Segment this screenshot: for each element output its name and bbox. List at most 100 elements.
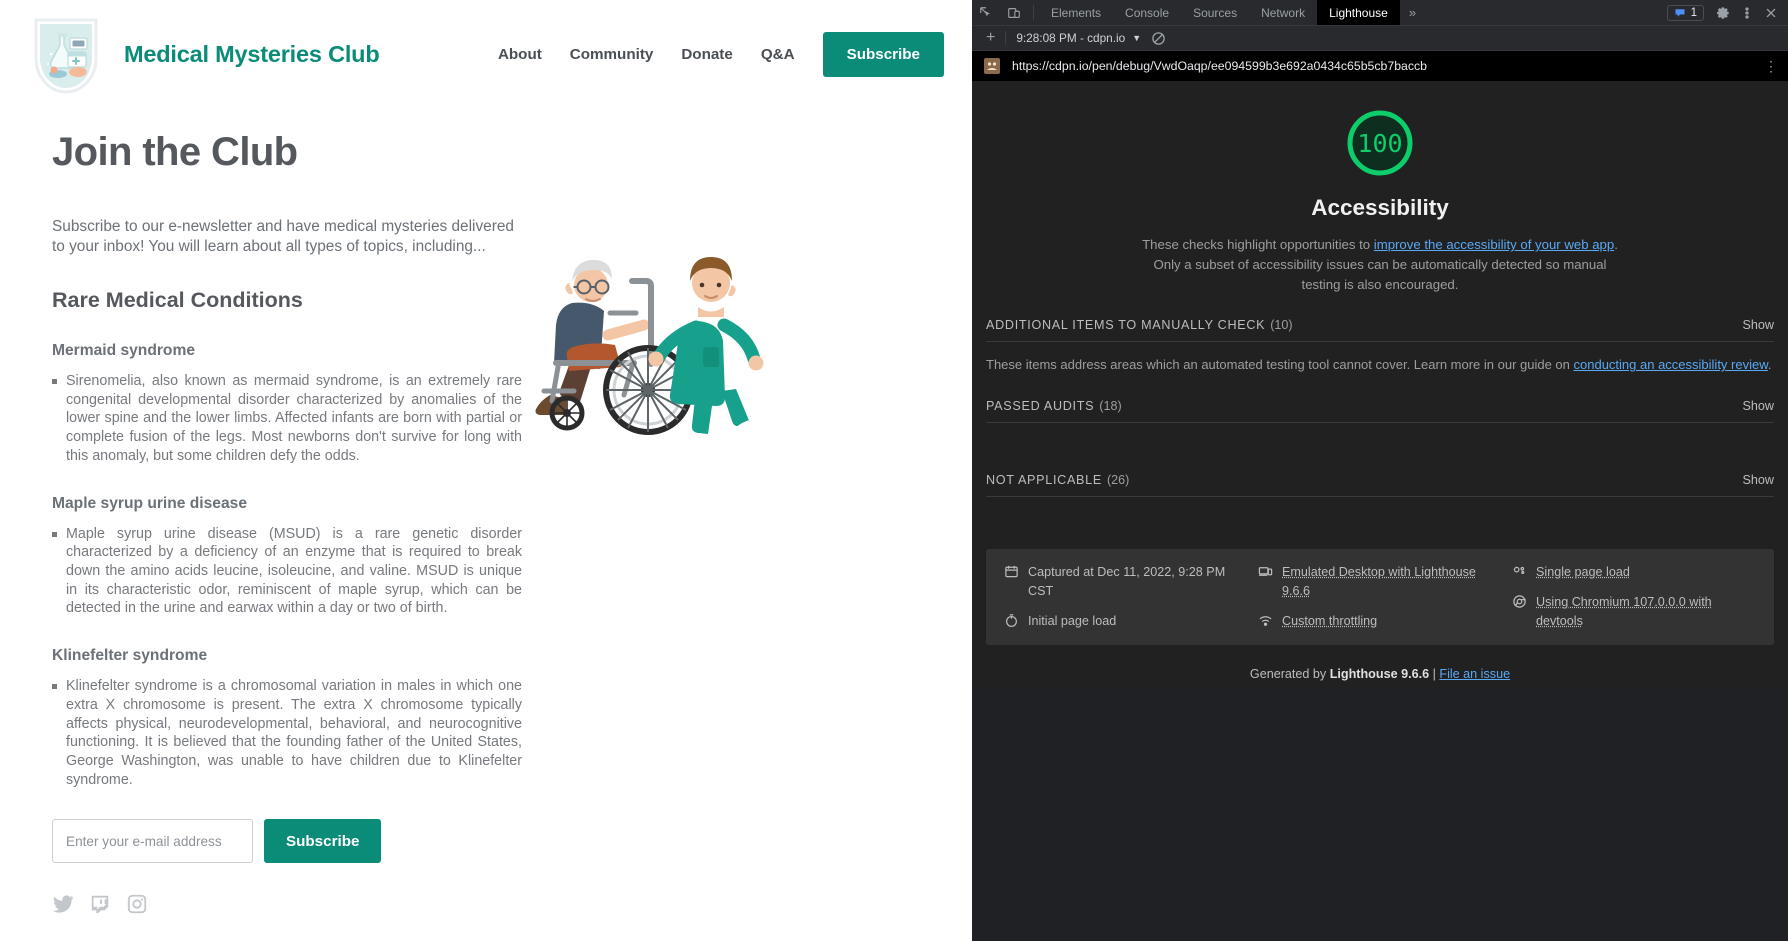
report-footer: Generated by Lighthouse 9.6.6 | File an … — [972, 667, 1788, 681]
brand-name[interactable]: Medical Mysteries Club — [124, 41, 380, 68]
nav-item-community[interactable]: Community — [570, 46, 654, 63]
tab-lighthouse[interactable]: Lighthouse — [1317, 0, 1400, 25]
note-post: . — [1768, 357, 1772, 372]
tab-sources[interactable]: Sources — [1181, 0, 1249, 25]
condition-facts-msud: Maple syrup urine disease (MSUD) is a ra… — [52, 525, 522, 619]
devtools-tabbar: Elements Console Sources Network Lightho… — [972, 0, 1788, 26]
improve-accessibility-link[interactable]: improve the accessibility of your web ap… — [1374, 237, 1614, 252]
accessibility-review-link[interactable]: conducting an accessibility review — [1574, 357, 1768, 372]
section-title: ADDITIONAL ITEMS TO MANUALLY CHECK — [986, 318, 1265, 332]
report-metadata: Captured at Dec 11, 2022, 9:28 PM CST In… — [986, 549, 1774, 645]
issues-count: 1 — [1691, 7, 1697, 19]
section-not-applicable-header[interactable]: NOT APPLICABLE (26) Show — [986, 473, 1774, 497]
lighthouse-report: 100 Accessibility These checks highlight… — [972, 81, 1788, 689]
nav-item-donate[interactable]: Donate — [681, 46, 732, 63]
header-subscribe-button[interactable]: Subscribe — [823, 32, 944, 77]
intro-paragraph: Subscribe to our e-newsletter and have m… — [52, 217, 514, 258]
section-count: (18) — [1099, 399, 1121, 413]
metadata-captured-text: Captured at Dec 11, 2022, 9:28 PM CST — [1028, 563, 1248, 601]
section-show-toggle[interactable]: Show — [1742, 318, 1774, 332]
issues-badge[interactable]: 1 — [1667, 5, 1704, 21]
more-tabs-icon[interactable]: » — [1400, 0, 1425, 25]
section-show-toggle[interactable]: Show — [1742, 473, 1774, 487]
section-passed-audits: PASSED AUDITS (18) Show — [972, 399, 1788, 449]
close-icon[interactable] — [1760, 2, 1782, 24]
instagram-icon[interactable] — [126, 893, 148, 915]
calendar-icon — [1004, 564, 1019, 579]
metadata-page-load: Initial page load — [1004, 612, 1248, 631]
metadata-emulation: Emulated Desktop with Lighthouse 9.6.6 — [1258, 563, 1502, 601]
clear-all-icon[interactable] — [1151, 31, 1166, 46]
twitter-icon[interactable] — [52, 893, 74, 915]
tab-elements[interactable]: Elements — [1039, 0, 1113, 25]
toolbar-divider — [1033, 5, 1034, 20]
nav-item-about[interactable]: About — [498, 46, 542, 63]
page-favicon — [984, 58, 1000, 74]
device-toolbar-icon[interactable] — [1000, 0, 1028, 25]
report-urlbar: https://cdpn.io/pen/debug/VwdOaqp/ee0945… — [972, 51, 1788, 81]
section-manual-checks-header[interactable]: ADDITIONAL ITEMS TO MANUALLY CHECK (10) … — [986, 318, 1774, 342]
score-value: 100 — [1344, 107, 1416, 179]
list-item: Sirenomelia, also known as mermaid syndr… — [52, 372, 522, 466]
email-field[interactable] — [52, 819, 253, 863]
metadata-page-load-text: Initial page load — [1028, 612, 1116, 631]
section-show-toggle[interactable]: Show — [1742, 399, 1774, 413]
metadata-column-3: Single page load Using Chromium 107.0.0.… — [1512, 563, 1756, 631]
screen: Medical Mysteries Club About Community D… — [0, 0, 1788, 941]
medical-shield-logo[interactable] — [30, 12, 102, 96]
kebab-menu-icon[interactable] — [1736, 2, 1758, 24]
section-manual-checks-note: These items address areas which an autom… — [986, 342, 1774, 375]
chromium-icon — [1512, 594, 1527, 609]
footer-version: Lighthouse 9.6.6 — [1330, 667, 1429, 681]
run-selector-label: 9:28:08 PM - cdpn.io — [1016, 31, 1125, 45]
condition-title-msud: Maple syrup urine disease — [52, 495, 942, 513]
section-manual-checks: ADDITIONAL ITEMS TO MANUALLY CHECK (10) … — [972, 318, 1788, 375]
metadata-browser: Using Chromium 107.0.0.0 with devtools — [1512, 593, 1756, 631]
twitch-icon[interactable] — [89, 893, 111, 915]
new-audit-button[interactable]: + — [976, 29, 1005, 47]
metadata-column-2: Emulated Desktop with Lighthouse 9.6.6 C… — [1258, 563, 1502, 631]
social-links — [52, 893, 942, 915]
report-url[interactable]: https://cdpn.io/pen/debug/VwdOaqp/ee0945… — [1012, 59, 1752, 73]
chevron-down-icon: ▼ — [1132, 33, 1141, 43]
section-title: NOT APPLICABLE — [986, 473, 1102, 487]
metadata-browser-text[interactable]: Using Chromium 107.0.0.0 with devtools — [1536, 593, 1756, 631]
metadata-emulation-text[interactable]: Emulated Desktop with Lighthouse 9.6.6 — [1282, 563, 1502, 601]
section-count: (26) — [1107, 473, 1129, 487]
nurse-pushing-wheelchair-illustration — [520, 195, 820, 445]
metadata-column-1: Captured at Dec 11, 2022, 9:28 PM CST In… — [1004, 563, 1248, 631]
devtools-panel: Elements Console Sources Network Lightho… — [972, 0, 1788, 941]
footer-pre: Generated by — [1250, 667, 1330, 681]
metadata-mode-text[interactable]: Single page load — [1536, 563, 1630, 582]
file-an-issue-link[interactable]: File an issue — [1439, 667, 1510, 681]
tab-network[interactable]: Network — [1249, 0, 1317, 25]
web-page: Medical Mysteries Club About Community D… — [0, 0, 972, 941]
section-passed-audits-header[interactable]: PASSED AUDITS (18) Show — [986, 399, 1774, 423]
tab-console[interactable]: Console — [1113, 0, 1181, 25]
section-title: PASSED AUDITS — [986, 399, 1094, 413]
report-kebab-icon[interactable]: ⋮ — [1764, 58, 1778, 75]
condition-facts-klinefelter: Klinefelter syndrome is a chromosomal va… — [52, 677, 522, 789]
devtools-toolbar-right: 1 — [1667, 0, 1788, 25]
main-nav: About Community Donate Q&A Subscribe — [498, 32, 944, 77]
accessibility-score-gauge: 100 — [1344, 107, 1416, 179]
metadata-throttling-text[interactable]: Custom throttling — [1282, 612, 1377, 631]
metadata-captured: Captured at Dec 11, 2022, 9:28 PM CST — [1004, 563, 1248, 601]
page-content: Join the Club Subscribe to our e-newslet… — [0, 130, 972, 915]
run-selector[interactable]: 9:28:08 PM - cdpn.io ▼ — [1006, 31, 1151, 45]
list-item: Maple syrup urine disease (MSUD) is a ra… — [52, 525, 522, 619]
list-item: Klinefelter syndrome is a chromosomal va… — [52, 677, 522, 789]
category-description: These checks highlight opportunities to … — [1139, 235, 1621, 294]
metadata-throttling: Custom throttling — [1258, 612, 1502, 631]
inspect-icon[interactable] — [972, 0, 1000, 25]
signup-form: Subscribe — [52, 819, 942, 863]
section-not-applicable: NOT APPLICABLE (26) Show — [972, 473, 1788, 523]
footer-separator: | — [1429, 667, 1439, 681]
gear-icon[interactable] — [1712, 2, 1734, 24]
lighthouse-subbar: + 9:28:08 PM - cdpn.io ▼ — [972, 26, 1788, 51]
stopwatch-icon — [1004, 613, 1019, 628]
site-header: Medical Mysteries Club About Community D… — [0, 0, 972, 108]
nav-item-qa[interactable]: Q&A — [761, 46, 795, 63]
subscribe-button[interactable]: Subscribe — [264, 819, 381, 863]
network-icon — [1258, 613, 1273, 628]
